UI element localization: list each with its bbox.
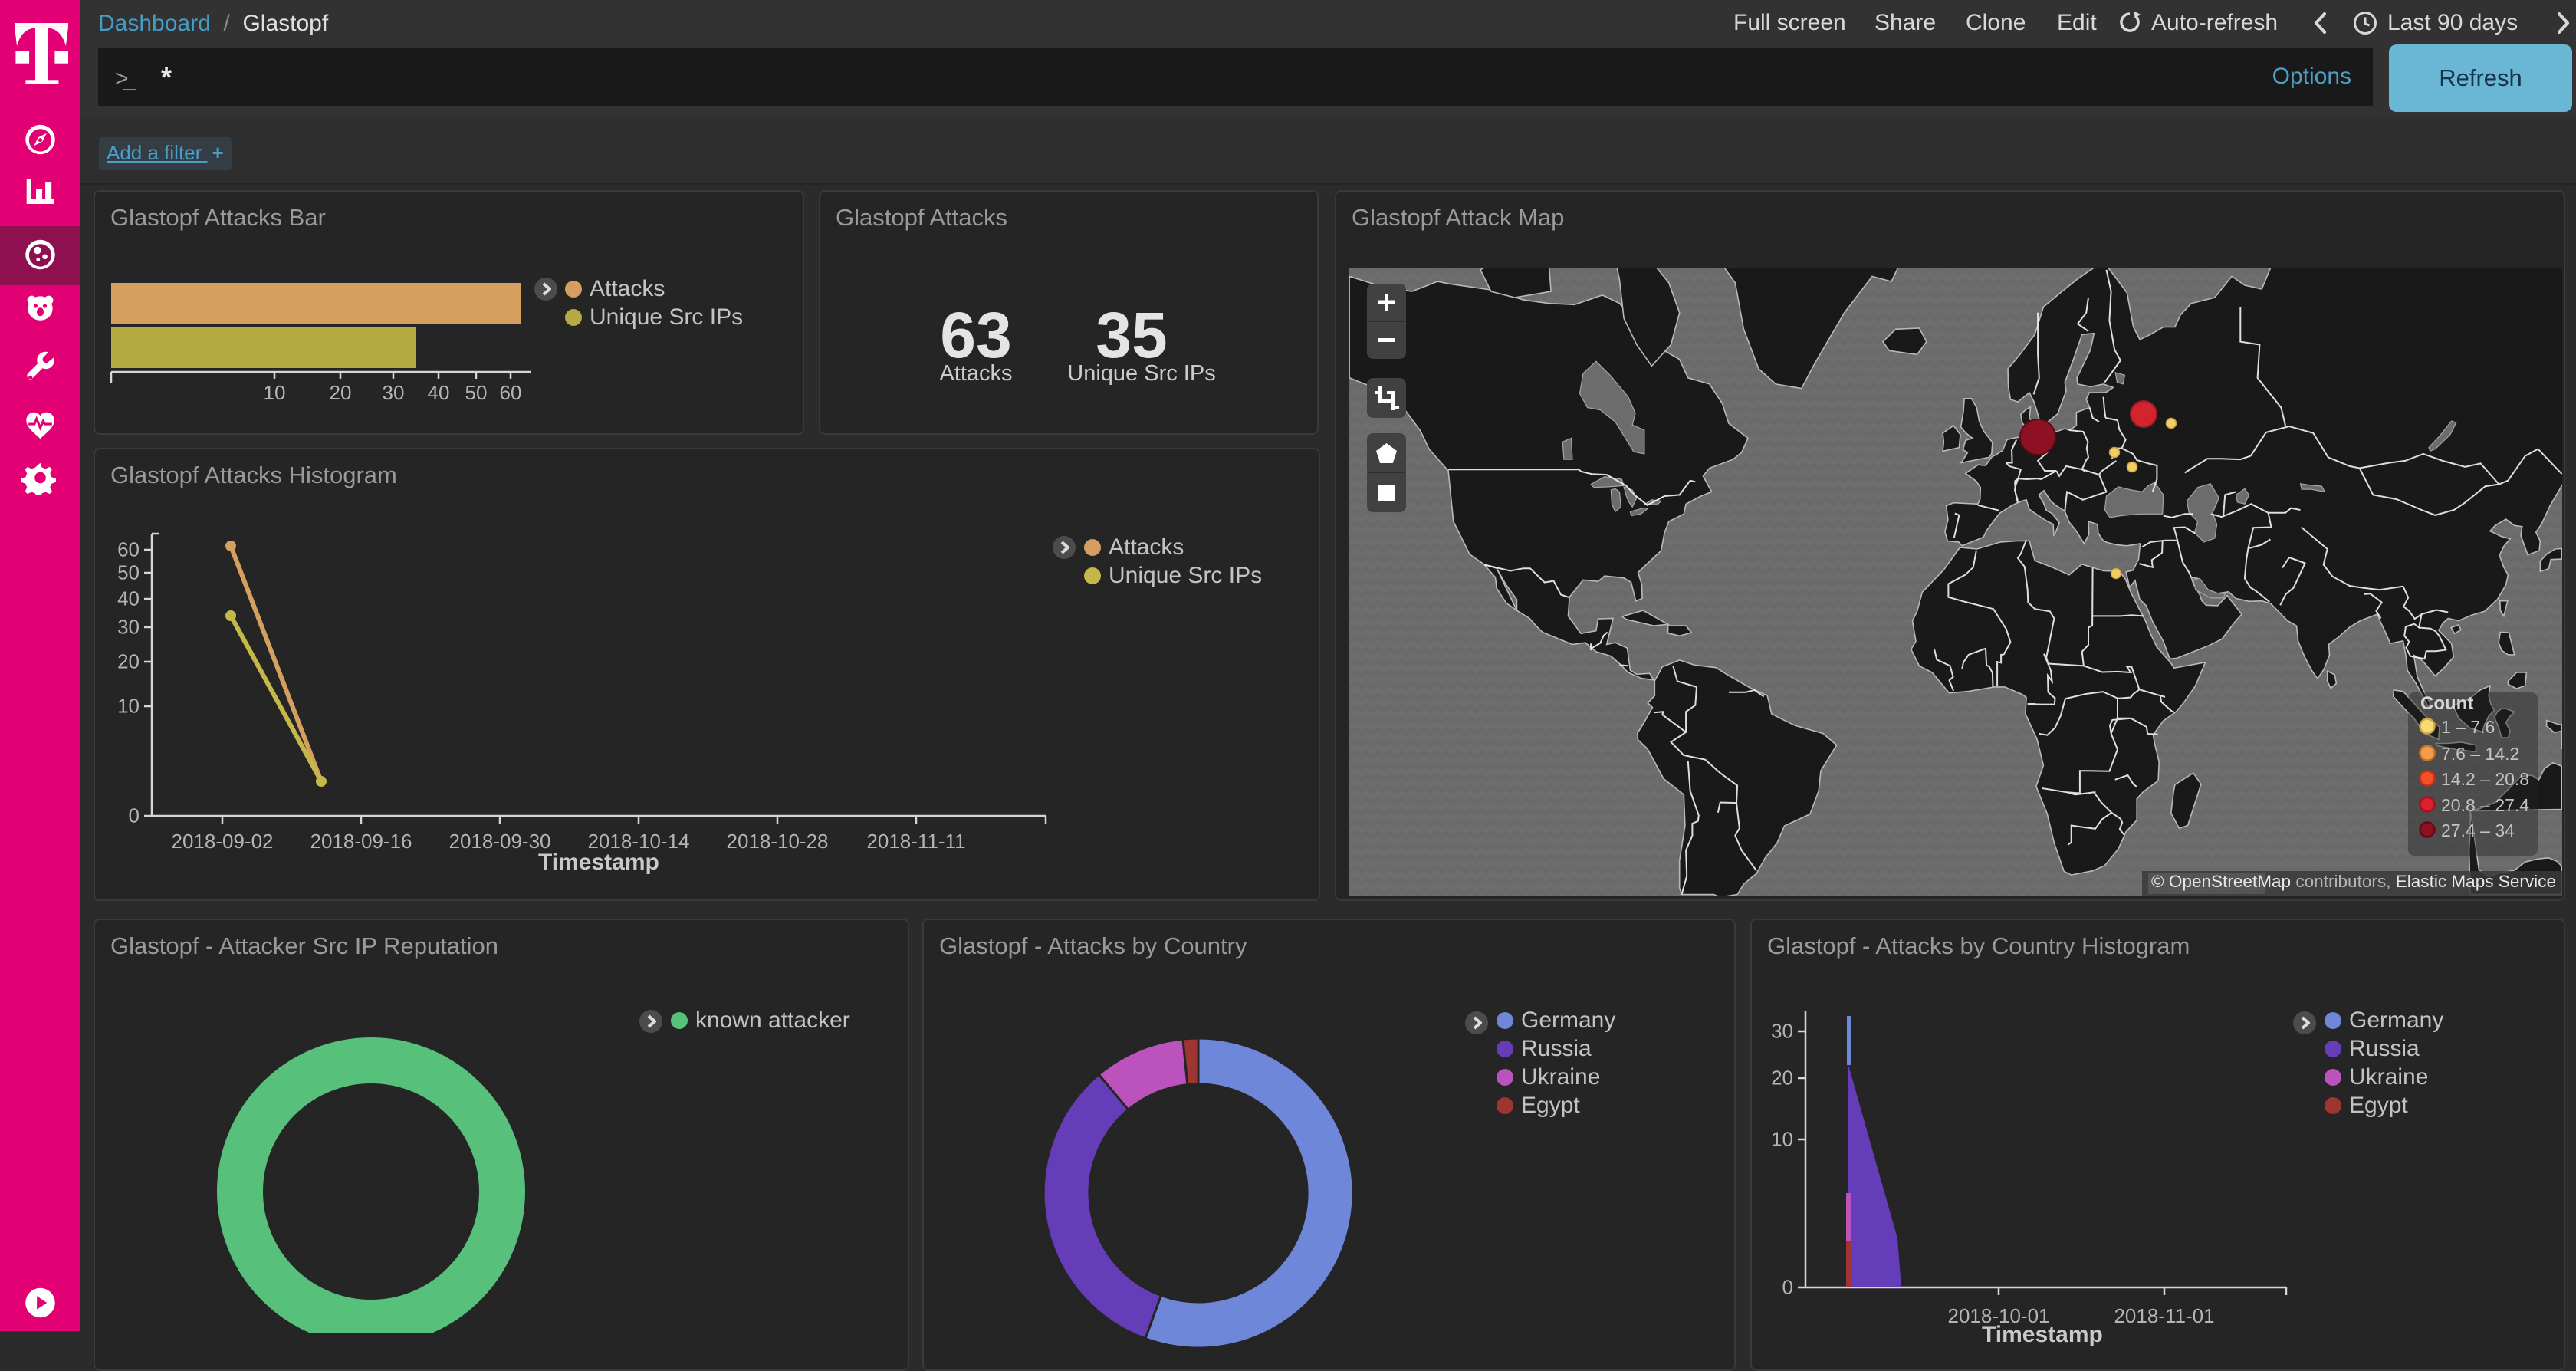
- svg-text:Count: Count: [2420, 693, 2473, 714]
- svg-text:1 – 7.6: 1 – 7.6: [2441, 717, 2495, 737]
- svg-text:20.8 – 27.4: 20.8 – 27.4: [2441, 795, 2529, 815]
- svg-text:© OpenStreetMap contributors,: © OpenStreetMap contributors, Elastic Ma…: [2151, 872, 2556, 891]
- svg-text:27.4 – 34: 27.4 – 34: [2441, 820, 2515, 840]
- svg-text:7.6 – 14.2: 7.6 – 14.2: [2441, 744, 2519, 764]
- svg-text:14.2 – 20.8: 14.2 – 20.8: [2441, 769, 2529, 789]
